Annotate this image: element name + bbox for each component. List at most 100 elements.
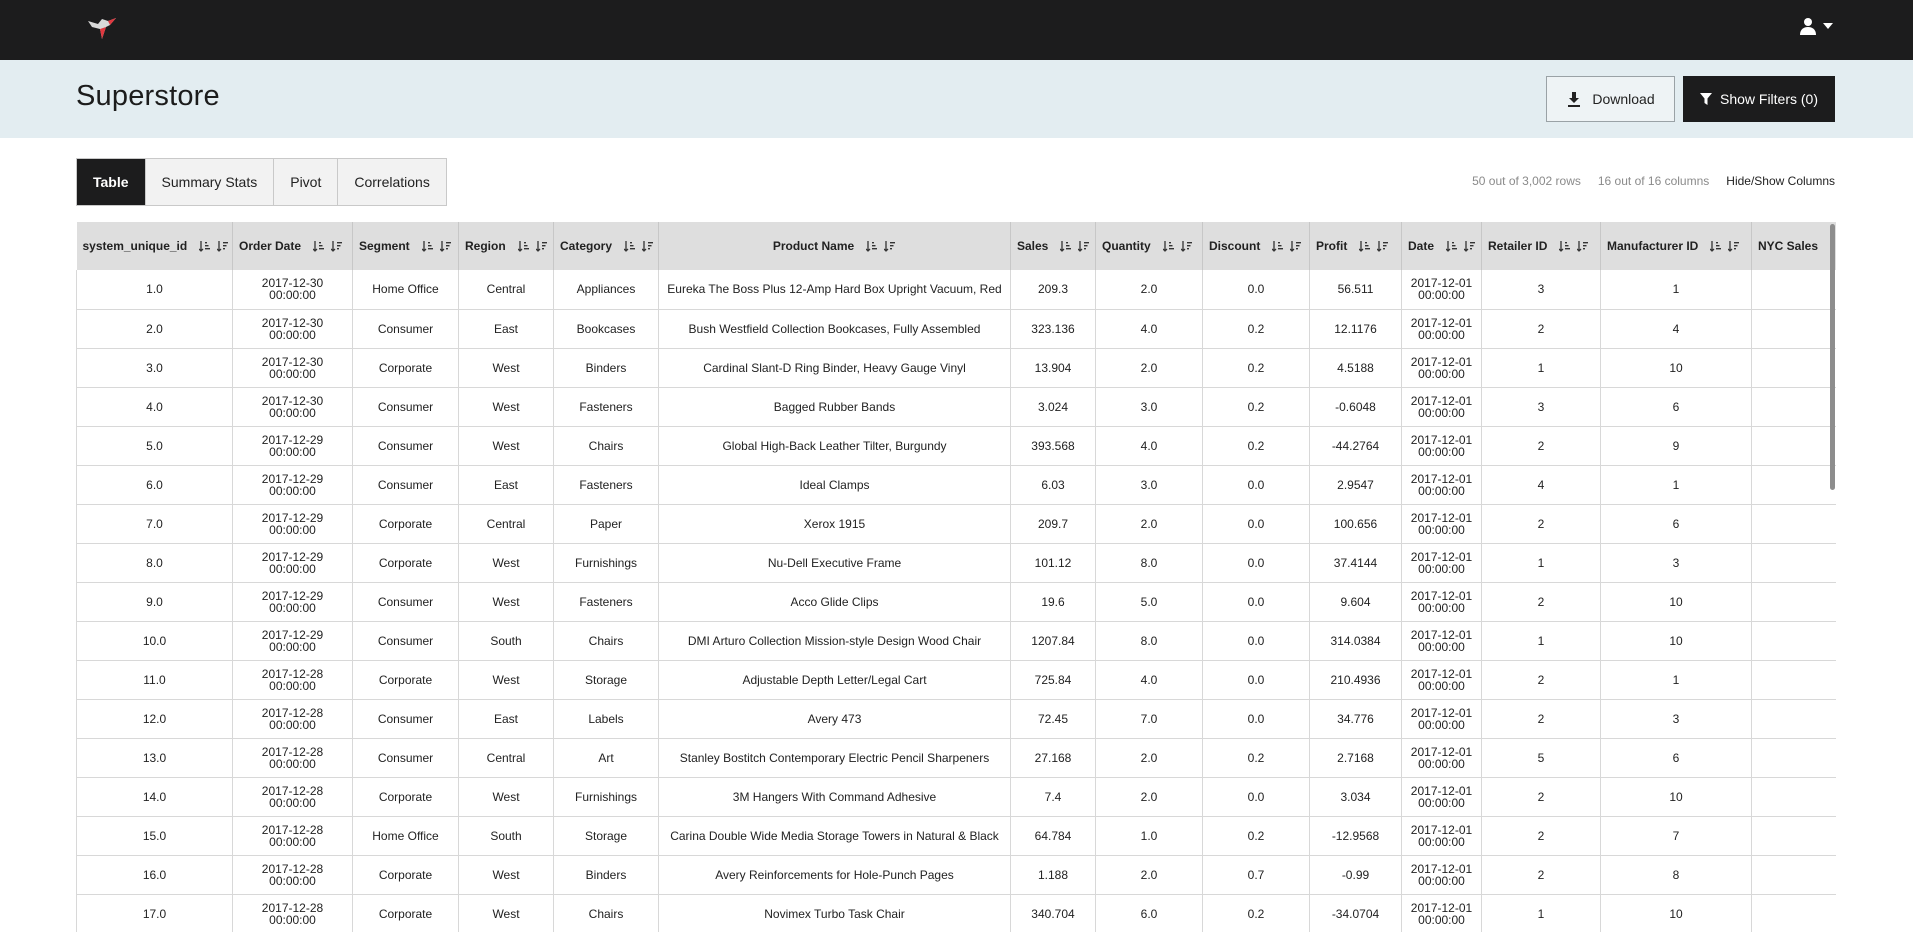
cell-retailer-id: 2: [1481, 426, 1601, 466]
tab-table[interactable]: Table: [77, 159, 146, 205]
sort-ascending-icon[interactable]: [1446, 240, 1458, 252]
column-header-region[interactable]: Region: [458, 222, 554, 270]
cell-profit: 3.034: [1309, 777, 1402, 817]
sort-descending-icon[interactable]: [331, 240, 343, 252]
tab-summary-stats[interactable]: Summary Stats: [145, 159, 275, 205]
sort-ascending-icon[interactable]: [199, 240, 211, 252]
column-header-content: Category: [560, 239, 654, 253]
column-header-date[interactable]: Date: [1401, 222, 1482, 270]
download-button[interactable]: Download: [1546, 76, 1675, 122]
cell-category: Bookcases: [553, 309, 659, 349]
column-header-label: Order Date: [239, 239, 302, 253]
tab-pivot[interactable]: Pivot: [274, 159, 339, 205]
cell-segment: Corporate: [352, 660, 459, 700]
tab-correlations[interactable]: Correlations: [338, 159, 446, 205]
cell-quantity: 4.0: [1095, 660, 1203, 700]
sort-ascending-icon[interactable]: [421, 240, 434, 252]
cell-product-name: Nu-Dell Executive Frame: [658, 543, 1011, 583]
cell-order-date: 2017-12-29 00:00:00: [232, 621, 353, 661]
cell-sales: 27.168: [1010, 738, 1096, 778]
sort-descending-icon[interactable]: [1464, 240, 1476, 252]
cell-order-date: 2017-12-30 00:00:00: [232, 309, 353, 349]
cell-category: Fasteners: [553, 582, 659, 622]
sort-descending-icon[interactable]: [884, 240, 896, 252]
column-header-category[interactable]: Category: [553, 222, 659, 270]
sort-ascending-icon[interactable]: [1359, 240, 1371, 252]
column-header-content: Profit: [1316, 239, 1395, 253]
sort-descending-icon[interactable]: [1290, 240, 1302, 252]
user-menu[interactable]: [1799, 17, 1833, 35]
cell-nyc-sales: [1751, 426, 1836, 466]
cell-profit: 12.1176: [1309, 309, 1402, 349]
column-header-retailer-id[interactable]: Retailer ID: [1481, 222, 1601, 270]
column-header-product-name[interactable]: Product Name: [658, 222, 1011, 270]
sort-ascending-icon[interactable]: [1272, 240, 1284, 252]
sort-controls: [624, 240, 654, 252]
cell-discount: 0.7: [1202, 855, 1310, 895]
sort-ascending-icon[interactable]: [1559, 240, 1571, 252]
cell-retailer-id: 3: [1481, 270, 1601, 310]
cell-order-date: 2017-12-28 00:00:00: [232, 738, 353, 778]
sort-descending-icon[interactable]: [1377, 240, 1389, 252]
sort-ascending-icon[interactable]: [1060, 240, 1072, 252]
cell-segment: Consumer: [352, 387, 459, 427]
show-filters-button[interactable]: Show Filters (0): [1683, 76, 1835, 122]
cell-category: Art: [553, 738, 659, 778]
sort-descending-icon[interactable]: [217, 240, 229, 252]
sort-ascending-icon[interactable]: [517, 240, 530, 252]
column-header-order-date[interactable]: Order Date: [232, 222, 353, 270]
sort-ascending-icon[interactable]: [1710, 240, 1722, 252]
data-table-container: system_unique_id Order Date Segment Region C…: [76, 222, 1836, 932]
vertical-scrollbar[interactable]: [1830, 224, 1835, 490]
sort-descending-icon[interactable]: [1078, 240, 1090, 252]
cell-segment: Corporate: [352, 855, 459, 895]
sort-controls: [1446, 240, 1476, 252]
column-header-label: NYC Sales: [1758, 239, 1819, 253]
table-meta: 50 out of 3,002 rows 16 out of 16 column…: [1472, 174, 1835, 188]
cell-discount: 0.0: [1202, 504, 1310, 544]
sort-controls: [421, 240, 452, 252]
cell-date: 2017-12-01 00:00:00: [1401, 387, 1482, 427]
hide-show-columns-link[interactable]: Hide/Show Columns: [1726, 174, 1835, 188]
cell-sales: 6.03: [1010, 465, 1096, 505]
cell-system-unique-id: 6.0: [76, 465, 233, 505]
column-header-quantity[interactable]: Quantity: [1095, 222, 1203, 270]
cell-manufacturer-id: 1: [1600, 660, 1752, 700]
hummingbird-logo-icon[interactable]: [86, 15, 118, 43]
cell-quantity: 3.0: [1095, 465, 1203, 505]
column-header-discount[interactable]: Discount: [1202, 222, 1310, 270]
cell-category: Storage: [553, 660, 659, 700]
sort-descending-icon[interactable]: [439, 240, 452, 252]
cell-region: West: [458, 348, 554, 388]
column-header-content: Discount: [1209, 239, 1303, 253]
sort-ascending-icon[interactable]: [624, 240, 636, 252]
sort-controls: [1559, 240, 1589, 252]
sort-descending-icon[interactable]: [1577, 240, 1589, 252]
column-header-segment[interactable]: Segment: [352, 222, 459, 270]
cell-discount: 0.0: [1202, 660, 1310, 700]
sort-ascending-icon[interactable]: [313, 240, 325, 252]
table-row: 6.0 2017-12-29 00:00:00 Consumer East Fasten…: [76, 465, 1836, 505]
sort-descending-icon[interactable]: [535, 240, 548, 252]
cell-sales: 1.188: [1010, 855, 1096, 895]
sort-ascending-icon[interactable]: [866, 240, 878, 252]
cell-sales: 101.12: [1010, 543, 1096, 583]
sort-descending-icon[interactable]: [1728, 240, 1740, 252]
cell-quantity: 6.0: [1095, 894, 1203, 932]
cell-region: West: [458, 894, 554, 932]
column-header-label: Date: [1408, 239, 1435, 253]
cell-discount: 0.0: [1202, 621, 1310, 661]
cell-nyc-sales: [1751, 855, 1836, 895]
sort-ascending-icon[interactable]: [1162, 240, 1175, 252]
cell-manufacturer-id: 10: [1600, 621, 1752, 661]
column-header-manufacturer-id[interactable]: Manufacturer ID: [1600, 222, 1752, 270]
sort-descending-icon[interactable]: [642, 240, 654, 252]
column-header-profit[interactable]: Profit: [1309, 222, 1402, 270]
column-header-sales[interactable]: Sales: [1010, 222, 1096, 270]
column-header-nyc-sales[interactable]: NYC Sales: [1751, 222, 1836, 270]
column-header-system-unique-id[interactable]: system_unique_id: [76, 222, 233, 270]
cell-quantity: 1.0: [1095, 816, 1203, 856]
sort-descending-icon[interactable]: [1180, 240, 1193, 252]
cell-system-unique-id: 10.0: [76, 621, 233, 661]
cell-nyc-sales: [1751, 309, 1836, 349]
